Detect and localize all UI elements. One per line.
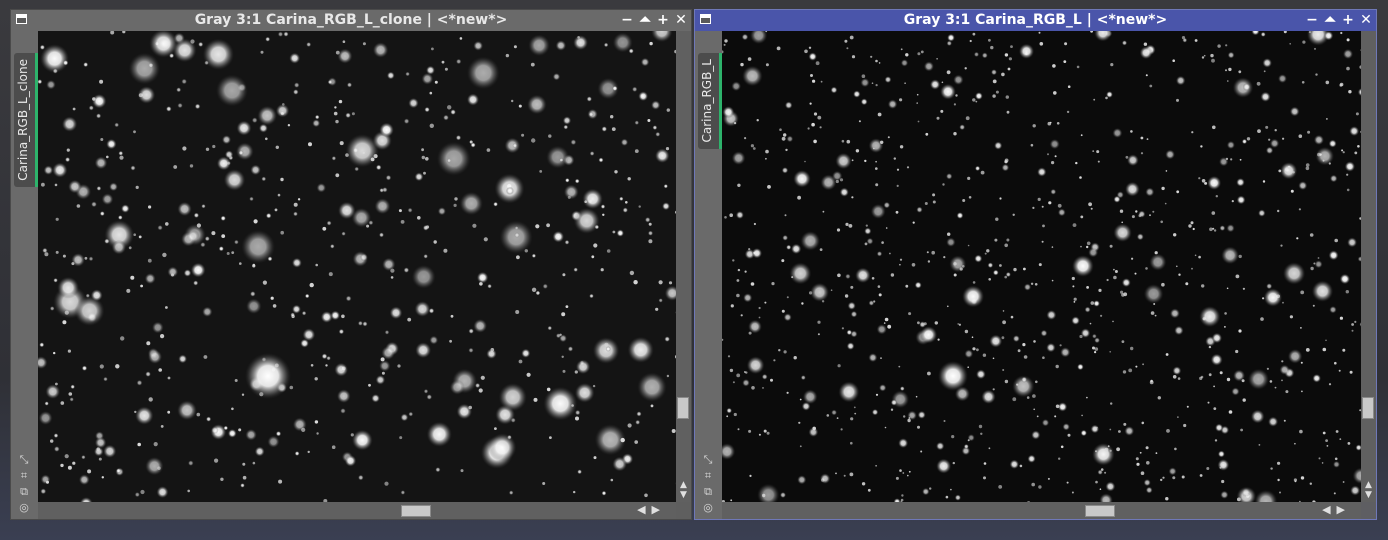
- scroll-down-icon[interactable]: ▼: [1361, 490, 1376, 500]
- resize-icon[interactable]: ⤡: [700, 453, 716, 467]
- fit-view-icon[interactable]: ⌗: [700, 469, 716, 483]
- view-id-tab[interactable]: Carina_RGB_L_clone: [14, 53, 38, 187]
- image-window-clone[interactable]: Gray 3:1 Carina_RGB_L_clone | <*new*> − …: [10, 9, 692, 520]
- scroll-left-icon[interactable]: ◀: [637, 503, 651, 516]
- image-window-original[interactable]: Gray 3:1 Carina_RGB_L | <*new*> − ⏶ + ✕ …: [694, 9, 1377, 520]
- maximize-icon[interactable]: +: [1341, 12, 1355, 29]
- vertical-scrollbar[interactable]: ▲ ▼: [676, 31, 691, 502]
- image-viewport[interactable]: [38, 31, 676, 502]
- scroll-down-icon[interactable]: ▼: [676, 490, 691, 500]
- scroll-left-icon[interactable]: ◀: [1322, 503, 1336, 516]
- scroll-right-icon[interactable]: ▶: [1337, 503, 1351, 516]
- close-icon[interactable]: ✕: [674, 12, 688, 29]
- view-sidebar: Carina_RGB_L ⤡ ⌗ ⧉ ◎: [695, 31, 722, 519]
- close-icon[interactable]: ✕: [1359, 12, 1373, 29]
- view-sidebar: Carina_RGB_L_clone ⤡ ⌗ ⧉ ◎: [11, 31, 38, 519]
- view-id-tab[interactable]: Carina_RGB_L: [698, 53, 722, 149]
- window-title: Gray 3:1 Carina_RGB_L_clone | <*new*>: [194, 12, 508, 28]
- horizontal-scroll-thumb[interactable]: [1085, 505, 1115, 517]
- resize-icon[interactable]: ⤡: [16, 453, 32, 467]
- shade-icon[interactable]: ⏶: [638, 12, 652, 29]
- horizontal-scrollbar[interactable]: ◀▶: [38, 502, 676, 519]
- scroll-up-icon[interactable]: ▲: [676, 480, 691, 490]
- starfield-image: [722, 31, 1361, 502]
- starfield-image: [38, 31, 676, 502]
- clone-icon[interactable]: ⧉: [700, 485, 716, 499]
- minimize-icon[interactable]: −: [620, 12, 634, 29]
- lock-icon[interactable]: ◎: [16, 501, 32, 515]
- vertical-scroll-thumb[interactable]: [677, 397, 689, 419]
- title-bar[interactable]: Gray 3:1 Carina_RGB_L | <*new*> − ⏶ + ✕: [695, 10, 1376, 31]
- scroll-up-icon[interactable]: ▲: [1361, 480, 1376, 490]
- shade-icon[interactable]: ⏶: [1323, 12, 1337, 29]
- horizontal-scroll-thumb[interactable]: [401, 505, 431, 517]
- title-bar[interactable]: Gray 3:1 Carina_RGB_L_clone | <*new*> − …: [11, 10, 691, 31]
- horizontal-scrollbar[interactable]: ◀▶: [722, 502, 1361, 519]
- maximize-icon[interactable]: +: [656, 12, 670, 29]
- window-title: Gray 3:1 Carina_RGB_L | <*new*>: [903, 12, 1168, 28]
- clone-icon[interactable]: ⧉: [16, 485, 32, 499]
- vertical-scrollbar[interactable]: ▲ ▼: [1361, 31, 1376, 502]
- view-id-label: Carina_RGB_L_clone: [16, 59, 30, 181]
- vertical-scroll-thumb[interactable]: [1362, 397, 1374, 419]
- view-id-label: Carina_RGB_L: [700, 59, 714, 143]
- fit-view-icon[interactable]: ⌗: [16, 469, 32, 483]
- lock-icon[interactable]: ◎: [700, 501, 716, 515]
- image-viewport[interactable]: [722, 31, 1361, 502]
- minimize-icon[interactable]: −: [1305, 12, 1319, 29]
- scroll-right-icon[interactable]: ▶: [652, 503, 666, 516]
